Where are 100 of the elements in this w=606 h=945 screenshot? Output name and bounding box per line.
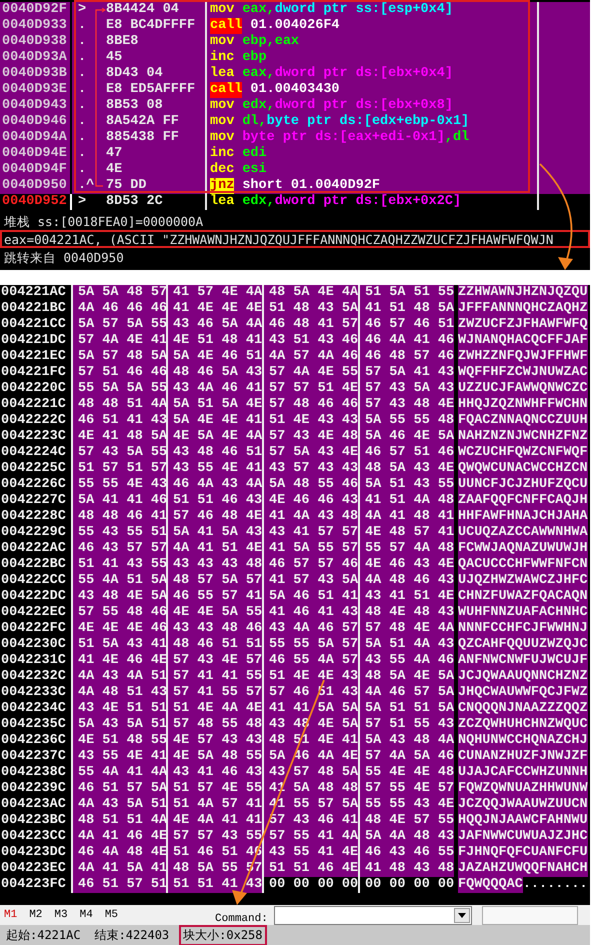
command-field[interactable] <box>274 906 472 924</box>
instruction-operand: dword ptr ds:[ebx+0x8] <box>274 98 453 114</box>
hex-bytes: 43 57 43 43 <box>262 461 358 477</box>
hex-bytes: 51 51 41 43 <box>166 877 262 893</box>
hex-bytes: 57 43 5A 55 <box>71 445 166 461</box>
ascii-text: HQQJNJAAWCFAHNWU <box>458 813 588 829</box>
instruction-mnemonic: dec <box>210 162 234 178</box>
ascii-text: ZWHZZNFQJWJFFHWF <box>458 349 588 365</box>
ascii-text: NQHUNWCCHQNAZCHJ <box>458 733 588 749</box>
instruction-operand: short 01.0040D92F <box>242 178 380 194</box>
memory-address: 004221AC <box>0 285 67 301</box>
instruction-mnemonic: call <box>210 18 242 34</box>
memory-address: 004222DC <box>0 589 67 605</box>
opcode-bytes: 885438 FF <box>106 130 179 146</box>
jump-marker: .^ <box>77 178 96 194</box>
hex-bytes: 57 48 46 46 <box>262 397 358 413</box>
instruction-mnemonic: mov <box>210 98 234 114</box>
hex-bytes: 48 5A 4E 5A <box>358 669 454 685</box>
instruction-operand: byte ptr ds:[eax+edi-0x1] <box>242 130 445 146</box>
hex-bytes: 4E 46 43 4E <box>358 557 454 573</box>
hex-bytes: 5A 41 5A 43 <box>166 525 262 541</box>
ascii-text: WQFFHFZCWJNUWZAC <box>458 365 588 381</box>
hex-bytes: 5A 57 48 5A <box>71 349 166 365</box>
opcode-bytes: E8 BC4DFFFF <box>106 18 196 34</box>
caret-icon <box>458 912 466 918</box>
memory-tab[interactable]: M5 <box>104 909 118 921</box>
memory-address: 004221FC <box>0 365 67 381</box>
opcode-bytes: 8B4424 04 <box>106 2 179 18</box>
hex-bytes: 57 5A 43 4E <box>262 445 358 461</box>
ascii-text: CNQQQNJNAAZZZQQZ <box>458 701 588 717</box>
hex-bytes: 51 4E 4A 4E <box>166 701 262 717</box>
hex-bytes: 55 57 4A 48 <box>358 541 454 557</box>
memory-tab[interactable]: M3 <box>54 909 68 921</box>
hex-bytes: 46 48 57 46 <box>358 349 454 365</box>
hex-bytes: 41 57 43 5A <box>262 573 358 589</box>
hex-bytes: 48 57 5A 57 <box>166 573 262 589</box>
memory-address: 004223AC <box>0 797 67 813</box>
ascii-text: CUNANZHUZFJNWJZF <box>458 749 588 765</box>
hex-bytes: 48 51 4E 41 <box>262 733 358 749</box>
hex-bytes: 57 48 4E 4A <box>358 621 454 637</box>
hex-bytes: 4A 41 48 41 <box>358 509 454 525</box>
instruction-operand: dword ptr ds:[ebx+0x2C] <box>274 194 462 210</box>
hex-bytes: 43 46 5A 4A <box>166 317 262 333</box>
instruction-operand: 01.00403430 <box>250 82 340 98</box>
hex-bytes: 57 4A 4E 41 <box>71 333 166 349</box>
ascii-text: NNNFCCHFCJFWWHNJ <box>458 621 588 637</box>
hex-bytes: 4A 43 4A 51 <box>71 669 166 685</box>
instruction-operand: dl, <box>242 114 267 130</box>
status-text: 结束:422403 <box>94 926 170 944</box>
hex-bytes: 48 48 51 4A <box>71 397 166 413</box>
memory-address: 0042237C <box>0 749 67 765</box>
memory-address: 004221EC <box>0 349 67 365</box>
ascii-text: HHFAWFHNAJCHJAHA <box>458 509 588 525</box>
instruction-operand: eax, <box>242 66 275 82</box>
hex-bytes: 57 51 55 43 <box>358 717 454 733</box>
dropdown-button[interactable] <box>454 908 470 922</box>
hex-bytes: 5A 4A 48 43 <box>358 829 454 845</box>
opcode-bytes: 45 <box>106 50 122 66</box>
hex-bytes: 5A 57 5A 55 <box>71 317 166 333</box>
input-field[interactable] <box>482 906 578 924</box>
ascii-text: UJAJCAFCCWHZUNNH <box>458 765 588 781</box>
hex-bytes: 43 43 43 48 <box>166 557 262 573</box>
ascii-text: UCUQZAZCCAWWNHWA <box>458 525 588 541</box>
hex-bytes: 57 41 41 55 <box>166 669 262 685</box>
hex-bytes: 41 48 43 48 <box>358 861 454 877</box>
hex-bytes: 57 55 4E 57 <box>358 781 454 797</box>
ascii-text: WJNANQHACQCFFJAF <box>458 333 588 349</box>
memory-address: 004223BC <box>0 813 67 829</box>
hex-bytes: 4E 51 48 41 <box>166 333 262 349</box>
hex-bytes: 41 51 4A 48 <box>358 493 454 509</box>
jump-marker: . <box>77 66 88 82</box>
hex-bytes: 48 5A 43 4E <box>358 461 454 477</box>
memory-address: 004222FC <box>0 621 67 637</box>
hex-bytes: 46 57 51 46 <box>358 445 454 461</box>
ascii-text: UJQZHWZWAWCZJHFC <box>458 573 588 589</box>
hex-bytes: 4A 48 46 43 <box>358 573 454 589</box>
hex-bytes: 55 55 4E 43 <box>71 477 166 493</box>
memory-address: 004221CC <box>0 317 67 333</box>
memory-tab[interactable]: M1 <box>4 909 18 921</box>
hex-bytes: 48 4E 57 55 <box>358 813 454 829</box>
memory-address: 004221BC <box>0 301 67 317</box>
opcode-bytes: 8D53 2C <box>106 194 163 210</box>
hex-bytes: 55 55 43 4E <box>358 797 454 813</box>
hex-bytes: 48 48 46 41 <box>71 509 166 525</box>
hex-bytes: 57 43 5A 43 <box>358 381 454 397</box>
hex-bytes: 51 4E 43 43 <box>262 413 358 429</box>
ascii-text: JCJQWAAUQNNCHZNZ <box>458 669 588 685</box>
memory-tab[interactable]: M4 <box>80 909 93 921</box>
hex-bytes: 4A 46 57 5A <box>358 685 454 701</box>
hex-bytes: 46 51 57 5A <box>71 781 166 797</box>
hex-bytes: 57 57 43 55 <box>166 829 262 845</box>
hex-bytes: 57 51 46 46 <box>71 365 166 381</box>
ascii-text: QWQWCUNACWCCHZCN <box>458 461 588 477</box>
hex-bytes: 46 4A 48 4E <box>71 845 166 861</box>
hex-bytes: 4E 57 43 43 <box>166 733 262 749</box>
hex-bytes: 5A 51 5A 4E <box>166 397 262 413</box>
hex-bytes: 00 00 00 00 <box>358 877 454 893</box>
instruction-mnemonic: mov <box>210 2 234 18</box>
instruction-mnemonic: call <box>210 82 242 98</box>
memory-tab[interactable]: M2 <box>29 909 42 921</box>
